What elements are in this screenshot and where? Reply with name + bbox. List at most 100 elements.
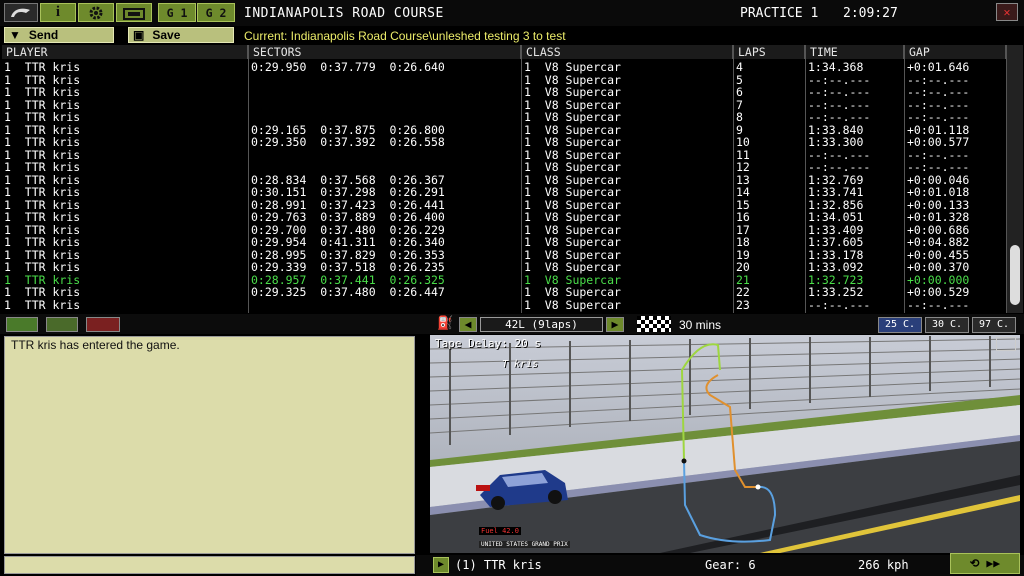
col-header-player[interactable]: PLAYER [2,45,248,59]
cell-player: 1 TTR kris [4,85,81,99]
cell-class: 1 V8 Supercar [524,85,621,99]
cell-time: 1:33.092 [808,260,864,274]
cell-time: 1:33.741 [808,185,864,199]
tape-delay: Tape Delay: 20 s [435,337,541,350]
cell-class: 1 V8 Supercar [524,135,621,149]
save-icon: ▣ [133,28,145,42]
cell-class: 1 V8 Supercar [524,210,621,224]
cell-laps: 20 [736,260,750,274]
session-label: PRACTICE 1 [740,6,819,21]
table-body: 1 TTR kris 0:29.950 0:37.779 0:26.640 1 V8… [2,61,1006,313]
table-row[interactable]: 1 TTR kris 0:29.763 0:37.889 0:26.400 1 V8… [2,211,1006,224]
table-scrollbar[interactable] [1006,45,1023,313]
cell-sectors: 0:29.763 0:37.889 0:26.400 [251,210,445,224]
cell-laps: 12 [736,160,750,174]
col-header-sectors[interactable]: SECTORS [249,45,521,59]
broadcast-banner: UNITED STATES GRAND PRIX [479,541,570,548]
cell-player: 1 TTR kris [4,185,81,199]
send-icon: ▼ [9,28,21,42]
cell-laps: 10 [736,135,750,149]
fuel-increase-button[interactable]: ▶ [606,317,624,332]
fuel-amount: 42L (9laps) [480,317,603,332]
cell-class: 1 V8 Supercar [524,110,621,124]
maximize-view-icon[interactable] [996,337,1016,351]
save-button[interactable]: ▣ Save [128,27,234,43]
scroll-thumb[interactable] [1010,245,1020,305]
cell-gap: --:--.--- [907,85,970,99]
cell-laps: 4 [736,61,743,74]
fuel-decrease-button[interactable]: ◀ [459,317,477,332]
thumbs-up-icon[interactable] [6,317,38,332]
table-row[interactable]: 1 TTR kris 0:29.325 0:37.480 0:26.447 1 V8… [2,286,1006,299]
table-row[interactable]: 1 TTR kris 1 V8 Supercar 8 --:--.--- --:--.-… [2,111,1006,124]
table-row[interactable]: 1 TTR kris 1 V8 Supercar 23 --:--.--- --:--.… [2,297,1006,312]
table-row[interactable]: 1 TTR kris 1 V8 Supercar 12 --:--.--- --:--.… [2,161,1006,174]
thumbs-down-icon[interactable] [86,317,120,332]
col-header-gap[interactable]: GAP [905,45,1006,59]
cell-gap: +0:01.018 [907,185,970,199]
cell-player: 1 TTR kris [4,210,81,224]
monitor-icon[interactable] [46,317,78,332]
col-header-laps[interactable]: LAPS [734,45,805,59]
race-length: 30 mins [679,318,722,332]
cell-time: --:--.--- [808,110,871,124]
table-row[interactable]: 1 TTR kris 0:29.339 0:37.518 0:26.235 1 V8… [2,261,1006,274]
ambient-temp: 25 C. [878,317,922,333]
cell-gap: +0:00.577 [907,135,970,149]
table-row[interactable]: 1 TTR kris 1 V8 Supercar 6 --:--.--- --:--.-… [2,86,1006,99]
cell-laps: 18 [736,235,750,249]
cell-gap: --:--.--- [907,110,970,124]
camera-next-button[interactable]: ▶ [433,557,449,573]
cell-sectors: 0:29.954 0:41.311 0:26.340 [251,235,445,249]
cell-class: 1 V8 Supercar [524,185,621,199]
table-row[interactable]: 1 TTR kris 0:29.350 0:37.392 0:26.558 1 V8… [2,136,1006,149]
fuel-overlay: Fuel 42.0 [479,527,521,535]
garage-icon[interactable] [116,3,152,22]
cell-player: 1 TTR kris [4,110,81,124]
cell-gap: +0:04.882 [907,235,970,249]
cell-laps: 14 [736,185,750,199]
group-2-button[interactable]: G 2 [197,3,235,22]
col-header-time[interactable]: TIME [806,45,904,59]
speed-readout: 266 kph [858,558,909,572]
table-row[interactable]: 1 TTR kris 0:30.151 0:37.298 0:26.291 1 V8… [2,186,1006,199]
chat-input[interactable] [4,556,415,574]
cell-class: 1 V8 Supercar [524,260,621,274]
close-icon[interactable]: ✕ [996,3,1018,21]
track-name: INDIANAPOLIS ROAD COURSE [244,6,444,21]
table-row[interactable]: 1 TTR kris 0:29.950 0:37.779 0:26.640 1 V8… [2,61,1006,74]
cell-player: 1 TTR kris [4,160,81,174]
third-temp: 97 C. [972,317,1016,333]
exit-to-monitor-button[interactable]: ⟲ ▶▶ [950,553,1020,574]
cell-gap: +0:00.370 [907,260,970,274]
cell-laps: 23 [736,297,750,312]
cell-laps: 22 [736,285,750,299]
cell-gap: --:--.--- [907,160,970,174]
cell-time: --:--.--- [808,297,871,312]
table-row[interactable]: 1 TTR kris 0:29.954 0:41.311 0:26.340 1 V8… [2,236,1006,249]
logo-icon[interactable] [4,3,38,22]
track-temp: 30 C. [925,317,969,333]
focused-driver: (1) TTR kris [455,558,542,572]
info-icon[interactable]: i [40,3,76,22]
cell-sectors: 0:29.950 0:37.779 0:26.640 [251,61,445,74]
checkered-flag-icon [637,316,671,332]
cell-time: --:--.--- [808,85,871,99]
cell-sectors: 0:30.151 0:37.298 0:26.291 [251,185,445,199]
cell-gap: +0:01.646 [907,61,970,74]
cell-player: 1 TTR kris [4,135,81,149]
chat-panel [4,336,415,554]
cell-sectors: 0:29.325 0:37.480 0:26.447 [251,285,445,299]
send-button[interactable]: ▼ Send [4,27,114,43]
group-1-button[interactable]: G 1 [158,3,196,22]
fuel-pump-icon: ⛽ [437,316,454,331]
col-header-class[interactable]: CLASS [522,45,733,59]
cell-time: 1:37.605 [808,235,864,249]
cell-laps: 16 [736,210,750,224]
gear-icon[interactable] [78,3,114,22]
cell-time: 1:34.368 [808,61,864,74]
cell-player: 1 TTR kris [4,235,81,249]
cell-class: 1 V8 Supercar [524,61,621,74]
cell-time: 1:33.252 [808,285,864,299]
chat-message: TTR kris has entered the game. [11,338,180,352]
